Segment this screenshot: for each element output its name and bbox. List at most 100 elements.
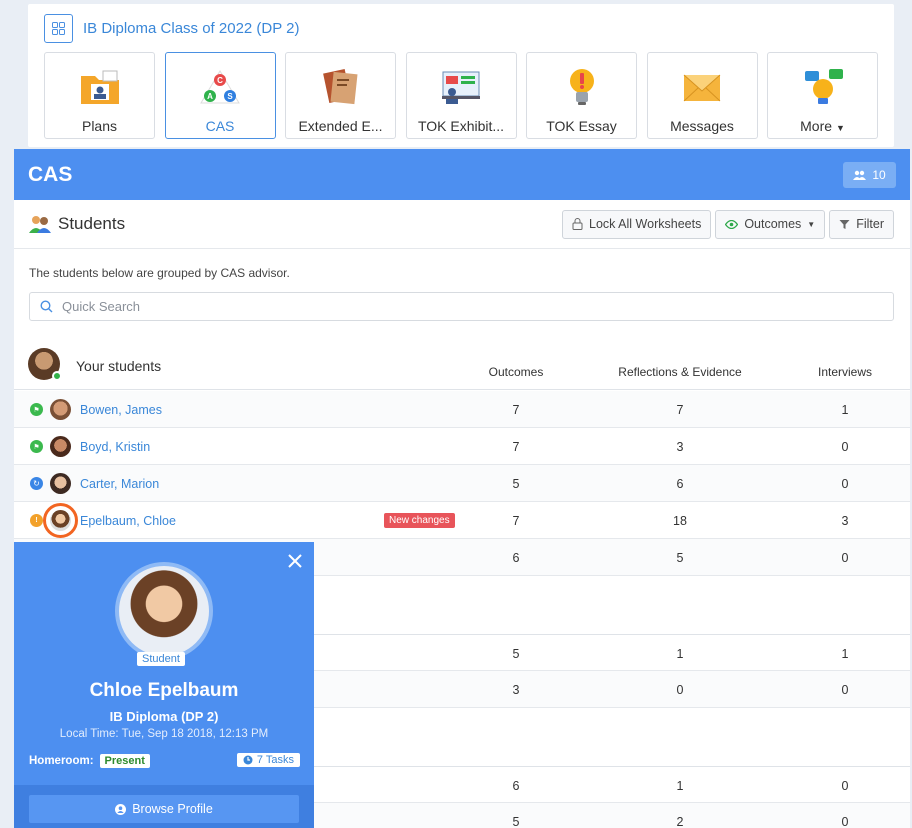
student-name-link[interactable]: Epelbaum, Chloe <box>80 514 176 528</box>
more-apps-icon <box>801 65 845 109</box>
interviews-cell: 0 <box>841 477 849 491</box>
search-icon <box>40 300 53 313</box>
students-icon <box>29 216 51 233</box>
class-selector: IB Diploma Class of 2022 (DP 2) <box>44 14 299 43</box>
program-nav-card: IB Diploma Class of 2022 (DP 2) Plans C … <box>28 4 894 147</box>
outcomes-cell: 6 <box>512 551 520 565</box>
outcomes-cell: 5 <box>512 477 520 491</box>
outcomes-cell: 7 <box>512 514 520 528</box>
students-toolbar: Students Lock All Worksheets Outcomes ▼ <box>14 200 910 249</box>
lock-icon <box>572 218 583 230</box>
avatar-highlight-ring <box>43 503 78 538</box>
outcomes-cell: 6 <box>512 779 520 793</box>
user-circle-icon <box>115 803 127 815</box>
tasks-button[interactable]: 7 Tasks <box>236 753 300 767</box>
tasks-label: 7 Tasks <box>256 754 294 766</box>
interviews-cell: 0 <box>841 683 849 697</box>
svg-text:C: C <box>217 76 223 85</box>
profile-program: IB Diploma (DP 2) <box>109 709 219 724</box>
reflections-cell: 1 <box>676 647 684 661</box>
column-header-outcomes[interactable]: Outcomes <box>436 365 596 379</box>
profile-photo <box>115 562 213 660</box>
tab-cas[interactable]: C A S CAS <box>164 52 276 139</box>
table-row[interactable]: ! Epelbaum, Chloe New changes 7 18 3 <box>14 502 910 539</box>
table-row[interactable]: ↻ Carter, Marion 5 6 0 <box>14 465 910 502</box>
quick-search[interactable] <box>29 292 894 321</box>
student-count: 10 <box>872 167 886 182</box>
program-tabs: Plans C A S CAS Extended E... TOK Exhibi… <box>44 52 888 139</box>
tab-messages[interactable]: Messages <box>646 52 758 139</box>
filter-label: Filter <box>856 217 884 231</box>
panel-title: CAS <box>28 162 73 186</box>
role-badge: Student <box>137 652 185 666</box>
tab-extended-essay[interactable]: Extended E... <box>285 52 396 139</box>
column-header-reflections[interactable]: Reflections & Evidence <box>600 365 760 379</box>
outcomes-cell: 7 <box>512 440 520 454</box>
close-icon[interactable] <box>286 552 304 570</box>
student-name-link[interactable]: Boyd, Kristin <box>80 440 150 454</box>
tab-label: CAS <box>205 118 235 134</box>
extended-essay-book-icon <box>319 65 363 109</box>
outcomes-label: Outcomes <box>744 217 802 231</box>
interviews-cell: 1 <box>841 647 849 661</box>
student-count-button[interactable]: 10 <box>843 161 896 188</box>
homeroom-label: Homeroom: <box>29 755 94 767</box>
tab-plans[interactable]: Plans <box>44 52 155 139</box>
alert-status-icon: ! <box>30 514 43 527</box>
grid-icon <box>52 22 65 35</box>
group-name: Your students <box>76 358 162 374</box>
profile-name: Chloe Epelbaum <box>89 680 239 701</box>
outcomes-dropdown[interactable]: Outcomes ▼ <box>715 209 826 239</box>
student-name-link[interactable]: Carter, Marion <box>80 477 159 491</box>
app-grid-button[interactable] <box>44 14 73 43</box>
plans-folder-icon <box>78 65 122 109</box>
browse-profile-button[interactable]: Browse Profile <box>29 795 299 823</box>
svg-text:A: A <box>207 92 213 101</box>
filter-icon <box>839 219 850 229</box>
search-input[interactable] <box>62 299 662 314</box>
envelope-icon <box>680 65 724 109</box>
reflections-cell: 0 <box>676 683 684 697</box>
interviews-cell: 3 <box>841 514 849 528</box>
tab-tok-exhibition[interactable]: TOK Exhibit... <box>405 52 517 139</box>
tab-label: More ▼ <box>800 118 845 134</box>
caret-down-icon: ▼ <box>807 219 816 229</box>
homeroom-status: Homeroom: Present <box>29 754 150 768</box>
cas-triangle-icon: C A S <box>198 65 242 109</box>
tok-exhibition-icon <box>439 65 483 109</box>
online-status-dot <box>52 371 62 381</box>
browse-profile-label: Browse Profile <box>132 802 213 816</box>
tab-label: TOK Essay <box>546 118 617 134</box>
clock-icon <box>243 755 253 765</box>
lock-all-worksheets-button[interactable]: Lock All Worksheets <box>562 209 712 239</box>
eye-icon <box>725 219 739 229</box>
lightbulb-icon <box>560 65 604 109</box>
interviews-cell: 0 <box>841 440 849 454</box>
reflections-cell: 5 <box>676 551 684 565</box>
reflections-cell: 18 <box>673 514 687 528</box>
interviews-cell: 0 <box>841 815 849 828</box>
tab-more[interactable]: More ▼ <box>767 52 878 139</box>
lock-all-label: Lock All Worksheets <box>589 217 702 231</box>
filter-button[interactable]: Filter <box>829 209 894 239</box>
avatar <box>50 436 71 457</box>
table-row[interactable]: ⚑ Bowen, James 7 7 1 <box>14 391 910 428</box>
tab-tok-essay[interactable]: TOK Essay <box>526 52 637 139</box>
grouping-note: The students below are grouped by CAS ad… <box>29 266 290 280</box>
local-time: Local Time: Tue, Sep 18 2018, 12:13 PM <box>59 728 269 740</box>
outcomes-cell: 5 <box>512 815 520 828</box>
users-icon <box>853 170 867 180</box>
interviews-cell: 0 <box>841 779 849 793</box>
student-name-link[interactable]: Bowen, James <box>80 403 162 417</box>
class-title-link[interactable]: IB Diploma Class of 2022 (DP 2) <box>83 20 299 37</box>
toolbar-buttons: Lock All Worksheets Outcomes ▼ Filter <box>562 209 894 239</box>
tab-label: Plans <box>81 118 118 134</box>
reflections-cell: 6 <box>676 477 684 491</box>
interviews-cell: 1 <box>841 403 849 417</box>
interviews-cell: 0 <box>841 551 849 565</box>
column-header-interviews[interactable]: Interviews <box>765 365 912 379</box>
present-badge: Present <box>99 754 150 768</box>
popover-footer: Browse Profile <box>14 785 314 828</box>
tab-label: Messages <box>670 118 734 134</box>
table-row[interactable]: ⚑ Boyd, Kristin 7 3 0 <box>14 428 910 465</box>
